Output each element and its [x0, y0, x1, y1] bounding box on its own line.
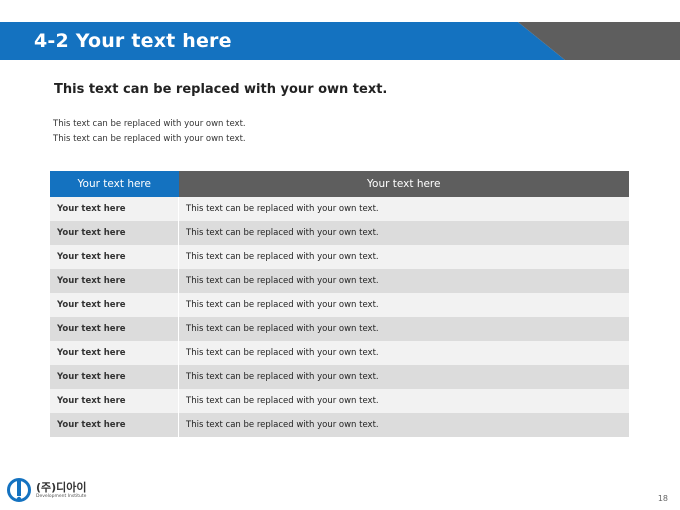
- table-row: Your text here This text can be replaced…: [50, 389, 629, 413]
- logo-subtitle: Development Institute: [36, 494, 87, 499]
- content-table: Your text here Your text here Your text …: [50, 171, 629, 437]
- table-row: Your text here This text can be replaced…: [50, 221, 629, 245]
- table-row: Your text here This text can be replaced…: [50, 317, 629, 341]
- row-value: This text can be replaced with your own …: [178, 269, 629, 293]
- logo-name: (주)디아이: [36, 481, 87, 494]
- row-value: This text can be replaced with your own …: [178, 389, 629, 413]
- row-label: Your text here: [50, 317, 179, 341]
- table-header-cell: Your text here: [178, 171, 629, 197]
- row-label: Your text here: [50, 389, 179, 413]
- row-label: Your text here: [50, 365, 179, 389]
- row-label: Your text here: [50, 413, 179, 437]
- table-row: Your text here This text can be replaced…: [50, 413, 629, 437]
- row-label: Your text here: [50, 221, 179, 245]
- row-value: This text can be replaced with your own …: [178, 413, 629, 437]
- page-title: 4-2 Your text here: [34, 30, 232, 52]
- row-label: Your text here: [50, 197, 179, 221]
- row-value: This text can be replaced with your own …: [178, 365, 629, 389]
- table-row: Your text here This text can be replaced…: [50, 341, 629, 365]
- page-number: 18: [657, 494, 668, 503]
- table-row: Your text here This text can be replaced…: [50, 269, 629, 293]
- company-logo: (주)디아이 Development Institute: [6, 476, 116, 504]
- logo-mark-icon: [7, 478, 31, 502]
- table-row: Your text here This text can be replaced…: [50, 293, 629, 317]
- row-label: Your text here: [50, 269, 179, 293]
- table-header-cell: Your text here: [50, 171, 179, 197]
- table-row: Your text here This text can be replaced…: [50, 365, 629, 389]
- body-line: This text can be replaced with your own …: [53, 119, 246, 129]
- table-row: Your text here This text can be replaced…: [50, 197, 629, 221]
- table-row: Your text here This text can be replaced…: [50, 245, 629, 269]
- row-value: This text can be replaced with your own …: [178, 317, 629, 341]
- row-label: Your text here: [50, 293, 179, 317]
- row-value: This text can be replaced with your own …: [178, 221, 629, 245]
- title-bar: 4-2 Your text here: [0, 22, 680, 60]
- subtitle: This text can be replaced with your own …: [54, 82, 388, 97]
- row-value: This text can be replaced with your own …: [178, 293, 629, 317]
- row-value: This text can be replaced with your own …: [178, 341, 629, 365]
- row-label: Your text here: [50, 245, 179, 269]
- row-value: This text can be replaced with your own …: [178, 245, 629, 269]
- table-header-row: Your text here Your text here: [50, 171, 629, 197]
- body-line: This text can be replaced with your own …: [53, 134, 246, 144]
- row-label: Your text here: [50, 341, 179, 365]
- row-value: This text can be replaced with your own …: [178, 197, 629, 221]
